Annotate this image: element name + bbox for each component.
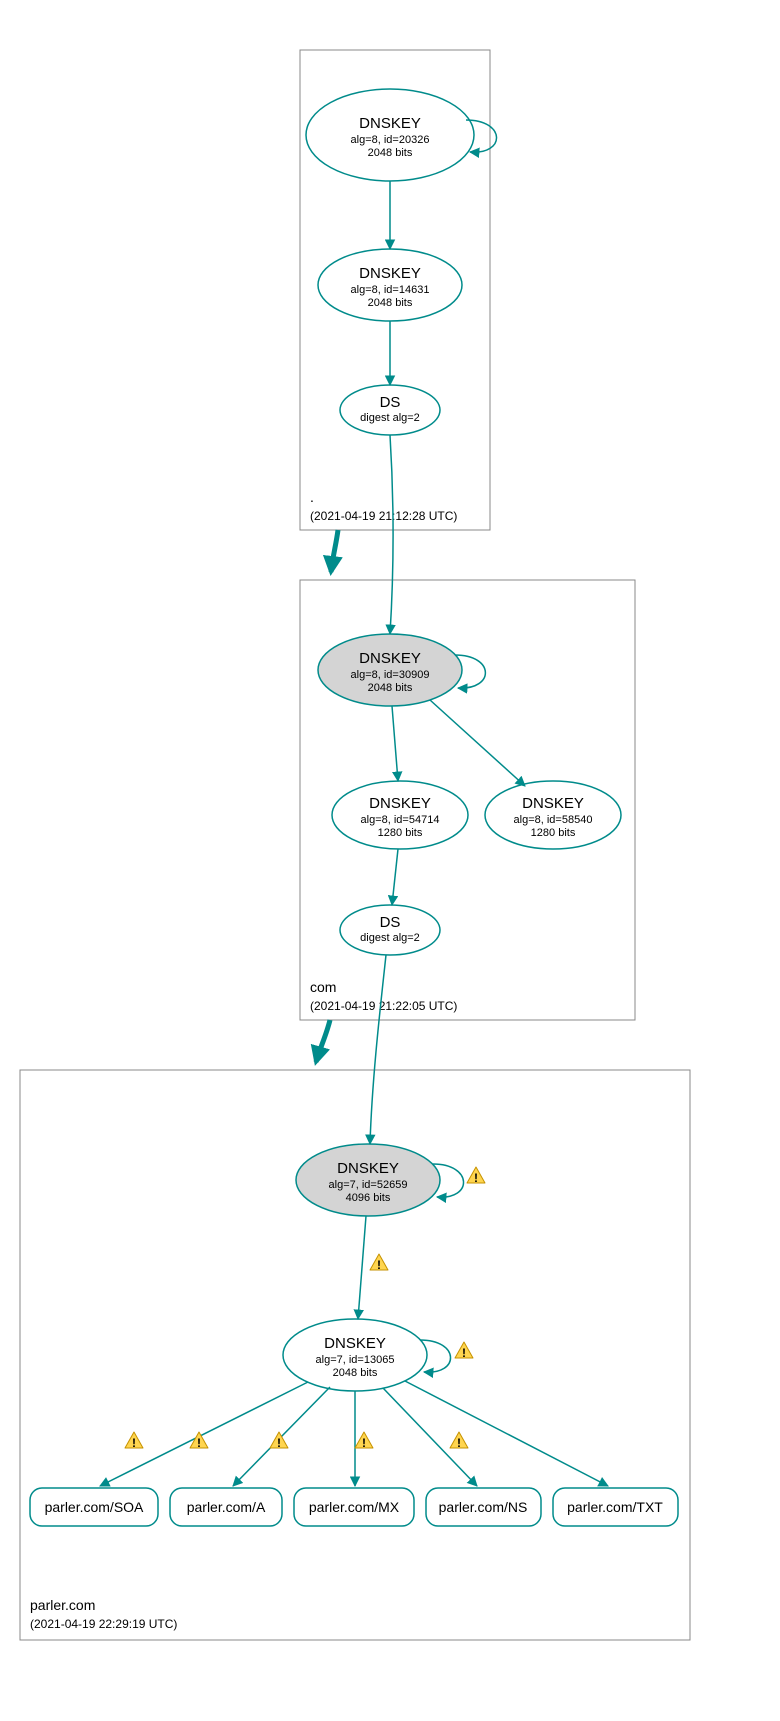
- node-root-zsk: DNSKEY alg=8, id=14631 2048 bits: [318, 249, 462, 321]
- svg-text:1280 bits: 1280 bits: [531, 827, 576, 839]
- svg-text:!: !: [377, 1258, 381, 1272]
- warning-icon: !: [450, 1432, 468, 1450]
- edge-com-ds-parler-ksk: [370, 955, 386, 1144]
- node-root-ksk: DNSKEY alg=8, id=20326 2048 bits: [306, 89, 474, 181]
- svg-text:DNSKEY: DNSKEY: [337, 1160, 399, 1177]
- svg-text:4096 bits: 4096 bits: [346, 1192, 391, 1204]
- svg-text:alg=8, id=58540: alg=8, id=58540: [514, 814, 593, 826]
- edge-zsk-ns: [383, 1388, 477, 1486]
- svg-text:!: !: [462, 1346, 466, 1360]
- node-parler-ksk: DNSKEY alg=7, id=52659 4096 bits: [296, 1144, 440, 1216]
- svg-text:parler.com/SOA: parler.com/SOA: [45, 1499, 144, 1515]
- node-com-zsk2: DNSKEY alg=8, id=58540 1280 bits: [485, 781, 621, 849]
- svg-text:DNSKEY: DNSKEY: [324, 1335, 386, 1352]
- svg-text:!: !: [277, 1436, 281, 1450]
- svg-text:!: !: [132, 1436, 136, 1450]
- svg-text:parler.com/NS: parler.com/NS: [439, 1499, 528, 1515]
- zone-label-com: com: [310, 979, 336, 995]
- edge-com-zsk-ds: [392, 849, 398, 905]
- edge-com-ksk-zsk2: [430, 700, 525, 786]
- warning-icon: !: [467, 1167, 485, 1185]
- dnssec-diagram: . (2021-04-19 21:12:28 UTC) DNSKEY alg=8…: [0, 0, 780, 1721]
- svg-text:alg=7, id=52659: alg=7, id=52659: [329, 1179, 408, 1191]
- warning-icon: !: [270, 1432, 288, 1450]
- svg-text:2048 bits: 2048 bits: [368, 147, 413, 159]
- svg-text:DNSKEY: DNSKEY: [369, 795, 431, 812]
- svg-text:DNSKEY: DNSKEY: [359, 265, 421, 282]
- warning-icon: !: [455, 1342, 473, 1360]
- svg-text:digest alg=2: digest alg=2: [360, 412, 420, 424]
- node-com-zsk: DNSKEY alg=8, id=54714 1280 bits: [332, 781, 468, 849]
- edge-parler-ksk-zsk: [358, 1216, 366, 1319]
- svg-text:parler.com/TXT: parler.com/TXT: [567, 1499, 663, 1515]
- edge-root-to-com-zone: [331, 530, 338, 572]
- node-parler-zsk: DNSKEY alg=7, id=13065 2048 bits: [283, 1319, 427, 1391]
- edge-com-to-parler-zone: [316, 1020, 330, 1062]
- edge-zsk-soa: [100, 1382, 308, 1486]
- svg-text:alg=8, id=20326: alg=8, id=20326: [351, 134, 430, 146]
- svg-text:alg=8, id=14631: alg=8, id=14631: [351, 284, 430, 296]
- record-a: parler.com/A: [170, 1488, 282, 1526]
- svg-text:DNSKEY: DNSKEY: [359, 650, 421, 667]
- svg-text:!: !: [362, 1436, 366, 1450]
- zone-ts-com: (2021-04-19 21:22:05 UTC): [310, 999, 457, 1013]
- svg-text:alg=8, id=30909: alg=8, id=30909: [351, 669, 430, 681]
- record-soa: parler.com/SOA: [30, 1488, 158, 1526]
- record-mx: parler.com/MX: [294, 1488, 414, 1526]
- record-ns: parler.com/NS: [426, 1488, 541, 1526]
- edge-com-ksk-zsk: [392, 706, 398, 781]
- svg-text:1280 bits: 1280 bits: [378, 827, 423, 839]
- svg-text:parler.com/MX: parler.com/MX: [309, 1499, 400, 1515]
- svg-text:!: !: [474, 1171, 478, 1185]
- svg-text:DS: DS: [380, 914, 401, 931]
- zone-ts-parler: (2021-04-19 22:29:19 UTC): [30, 1617, 177, 1631]
- svg-text:!: !: [197, 1436, 201, 1450]
- svg-text:!: !: [457, 1436, 461, 1450]
- node-com-ksk: DNSKEY alg=8, id=30909 2048 bits: [318, 634, 462, 706]
- zone-label-parler: parler.com: [30, 1597, 95, 1613]
- warning-icon: !: [370, 1254, 388, 1272]
- svg-text:2048 bits: 2048 bits: [368, 682, 413, 694]
- svg-text:alg=7, id=13065: alg=7, id=13065: [316, 1354, 395, 1366]
- record-txt: parler.com/TXT: [553, 1488, 678, 1526]
- warning-icon: !: [190, 1432, 208, 1450]
- svg-text:digest alg=2: digest alg=2: [360, 932, 420, 944]
- svg-text:alg=8, id=54714: alg=8, id=54714: [361, 814, 440, 826]
- svg-text:DNSKEY: DNSKEY: [359, 115, 421, 132]
- edge-root-ds-com-ksk: [390, 435, 393, 634]
- svg-text:2048 bits: 2048 bits: [333, 1367, 378, 1379]
- node-com-ds: DS digest alg=2: [340, 905, 440, 955]
- zone-label-root: .: [310, 489, 314, 505]
- node-root-ds: DS digest alg=2: [340, 385, 440, 435]
- warning-icon: !: [125, 1432, 143, 1450]
- svg-text:parler.com/A: parler.com/A: [187, 1499, 266, 1515]
- svg-text:DS: DS: [380, 394, 401, 411]
- svg-text:DNSKEY: DNSKEY: [522, 795, 584, 812]
- edge-zsk-txt: [405, 1381, 608, 1486]
- warning-icon: !: [355, 1432, 373, 1450]
- svg-text:2048 bits: 2048 bits: [368, 297, 413, 309]
- zone-ts-root: (2021-04-19 21:12:28 UTC): [310, 509, 457, 523]
